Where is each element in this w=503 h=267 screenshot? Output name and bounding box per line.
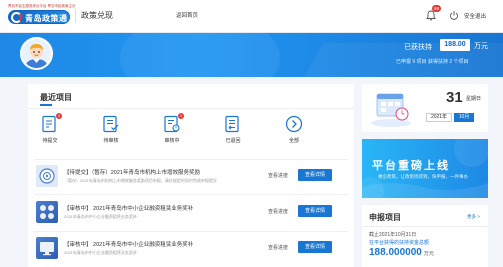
view-progress-link[interactable]: 查看进度 [268, 208, 288, 215]
apply-amount-value: 188.000000 [369, 247, 422, 258]
view-progress-link[interactable]: 查看进度 [268, 172, 288, 179]
banner-decoration [120, 33, 280, 77]
status-label: 审核中 [164, 138, 180, 144]
status-label: 全部 [288, 138, 299, 144]
divider [362, 226, 488, 227]
user-banner: 已获扶持 188.00 万元 已申报 9 项目 获得扶持 2 个项目 [0, 33, 503, 77]
notification-badge: 99 [432, 5, 441, 12]
avatar[interactable] [20, 37, 53, 70]
calendar-card: 31 星期日 2021年 10月 [362, 84, 488, 132]
home-link[interactable]: 返回首页 [176, 11, 198, 19]
calendar-weekday: 星期日 [466, 96, 482, 102]
status-label: 待提交 [42, 138, 58, 144]
project-subtitle: 2021年青岛市中小企业融资租赁业务奖补 [64, 214, 137, 219]
platform-launch-banner[interactable]: 平台重磅上线 惠企政策，让政策找得到，快申报，一件事办 [362, 139, 488, 198]
apply-title: 申报项目 [369, 213, 401, 222]
more-link[interactable]: 更多 > [467, 214, 480, 220]
status-label: 待审核 [103, 138, 119, 144]
promo-title: 平台重磅上线 [372, 160, 450, 172]
header-divider [75, 9, 76, 23]
status-under-review[interactable]: 1 审核中 [152, 113, 192, 147]
divider [28, 108, 354, 109]
chevron-right-icon [285, 115, 303, 133]
month-select[interactable]: 10月 [454, 113, 474, 122]
view-detail-button[interactable]: 查看详情 [298, 205, 332, 217]
project-row[interactable]: 【待提交】（暂存）2021年青岛市机构上市增效服务奖励 （暂存）2021年青岛市… [34, 164, 348, 193]
site-logo[interactable]: 青岛市民生服务综合平台 青岛市民政局主办 青岛政策通 [8, 4, 76, 28]
recent-projects-card: 最近项目 2 待提交 待审核 1 审核中 已退回 全部 【待提交】（暂存）202… [28, 84, 354, 267]
row-divider [34, 231, 348, 232]
view-detail-button[interactable]: 查看详情 [298, 169, 332, 181]
logo-tagline: 青岛市民生服务综合平台 青岛市民政局主办 [8, 4, 76, 8]
promo-subtitle: 惠企政策，让政策找得到，快申报，一件事办 [378, 174, 468, 179]
project-title: 【审核中】 2021年青岛市中小企业融资租赁业务奖补 [64, 206, 194, 212]
view-progress-link[interactable]: 查看进度 [268, 244, 288, 251]
project-thumbnail [36, 165, 58, 187]
status-pending-review[interactable]: 待审核 [91, 115, 131, 147]
top-header: 青岛市民生服务综合平台 青岛市民政局主办 青岛政策通 政策兑现 返回首页 99 … [0, 0, 503, 33]
apply-projects-card: 申报项目 更多 > 截止2021年10月31日 在平台获得的扶持资金总额 188… [362, 205, 488, 267]
supported-label: 已获扶持 [404, 44, 432, 51]
apply-amount-unit: 万元 [423, 251, 434, 257]
apply-date: 截止2021年10月31日 [369, 232, 417, 238]
status-label: 已退回 [225, 138, 241, 144]
project-subtitle: （暂存）2021年青岛市机构上市增效服务奖励项目申报，请在规定时间内完成申报提交 [64, 178, 217, 183]
calendar-day: 31 [446, 89, 463, 106]
logout-link[interactable]: 安全退出 [464, 12, 486, 20]
logo-text: 青岛政策通 [25, 14, 68, 23]
project-stats: 已申报 9 项目 获得扶持 2 个项目 [396, 59, 469, 65]
section-title: 最近项目 [40, 93, 72, 102]
status-all[interactable]: 全部 [274, 115, 314, 147]
year-select[interactable]: 2021年 [426, 113, 452, 122]
grid-blocks-icon [40, 205, 54, 219]
site-title: 政策兑现 [81, 11, 113, 20]
project-thumbnail [36, 201, 58, 223]
apply-description: 在平台获得的扶持资金总额 [369, 240, 430, 246]
logo-badge: 青岛政策通 [8, 10, 70, 24]
row-divider [34, 159, 348, 160]
project-row[interactable]: 【审核中】 2021年青岛市中小企业融资租赁业务奖补 2021年青岛市中小企业融… [34, 200, 348, 229]
view-detail-button[interactable]: 查看详情 [298, 241, 332, 253]
title-underline [40, 104, 52, 106]
status-returned[interactable]: 已退回 [213, 115, 253, 147]
project-subtitle: 2021年青岛市中小企业融资租赁业务奖补 [64, 250, 137, 255]
row-divider [34, 194, 348, 195]
status-badge: 2 [56, 113, 62, 119]
calendar-illustration-icon [371, 93, 411, 127]
project-title: 【待提交】（暂存）2021年青岛市机构上市增效服务奖励 [64, 170, 200, 176]
supported-amount: 188.00 [440, 39, 470, 51]
logo-ring-icon [11, 12, 22, 23]
power-icon[interactable] [449, 10, 459, 21]
document-return-icon [225, 115, 239, 133]
project-title: 【审核中】 2021年青岛市中小企业融资租赁业务奖补 [64, 242, 194, 248]
monitor-icon [40, 242, 54, 256]
avatar-boy-icon [22, 39, 51, 68]
target-icon [39, 168, 55, 184]
apply-amount: 188.000000 万元 [369, 247, 434, 258]
project-row[interactable]: 【审核中】 2021年青岛市中小企业融资租赁业务奖补 2021年青岛市中小企业融… [34, 236, 348, 265]
status-badge: 1 [178, 113, 184, 119]
document-check-icon [103, 115, 119, 133]
status-pending-submit[interactable]: 2 待提交 [30, 113, 70, 147]
amount-unit: 万元 [474, 43, 488, 50]
project-thumbnail [36, 237, 58, 259]
